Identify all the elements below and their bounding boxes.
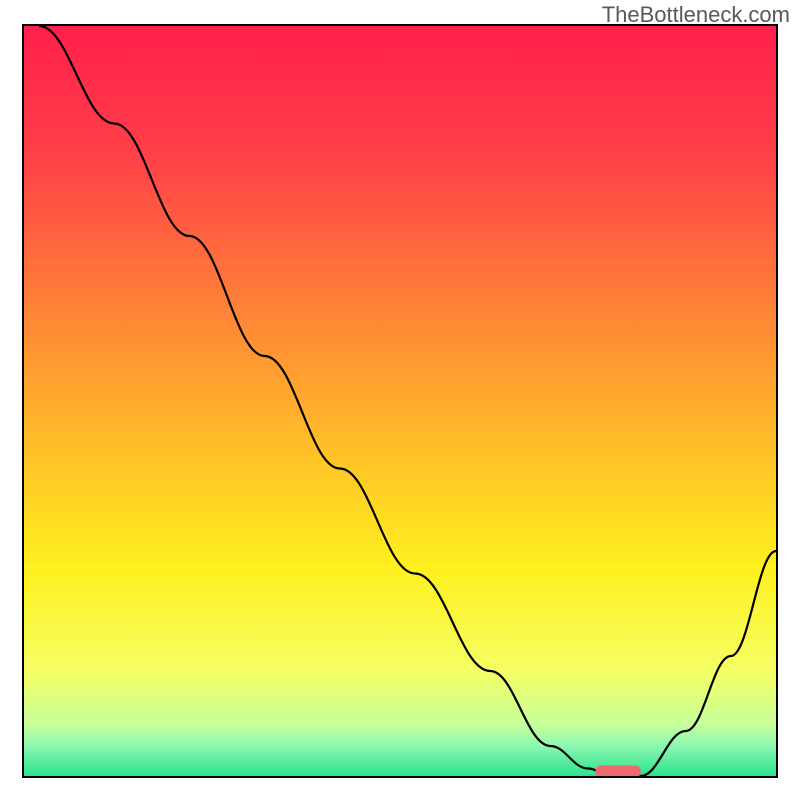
chart-frame: TheBottleneck.com [0, 0, 800, 800]
chart-svg [24, 26, 776, 776]
plot-area [22, 24, 778, 778]
optimal-marker [596, 766, 641, 777]
gradient-background [24, 26, 776, 776]
